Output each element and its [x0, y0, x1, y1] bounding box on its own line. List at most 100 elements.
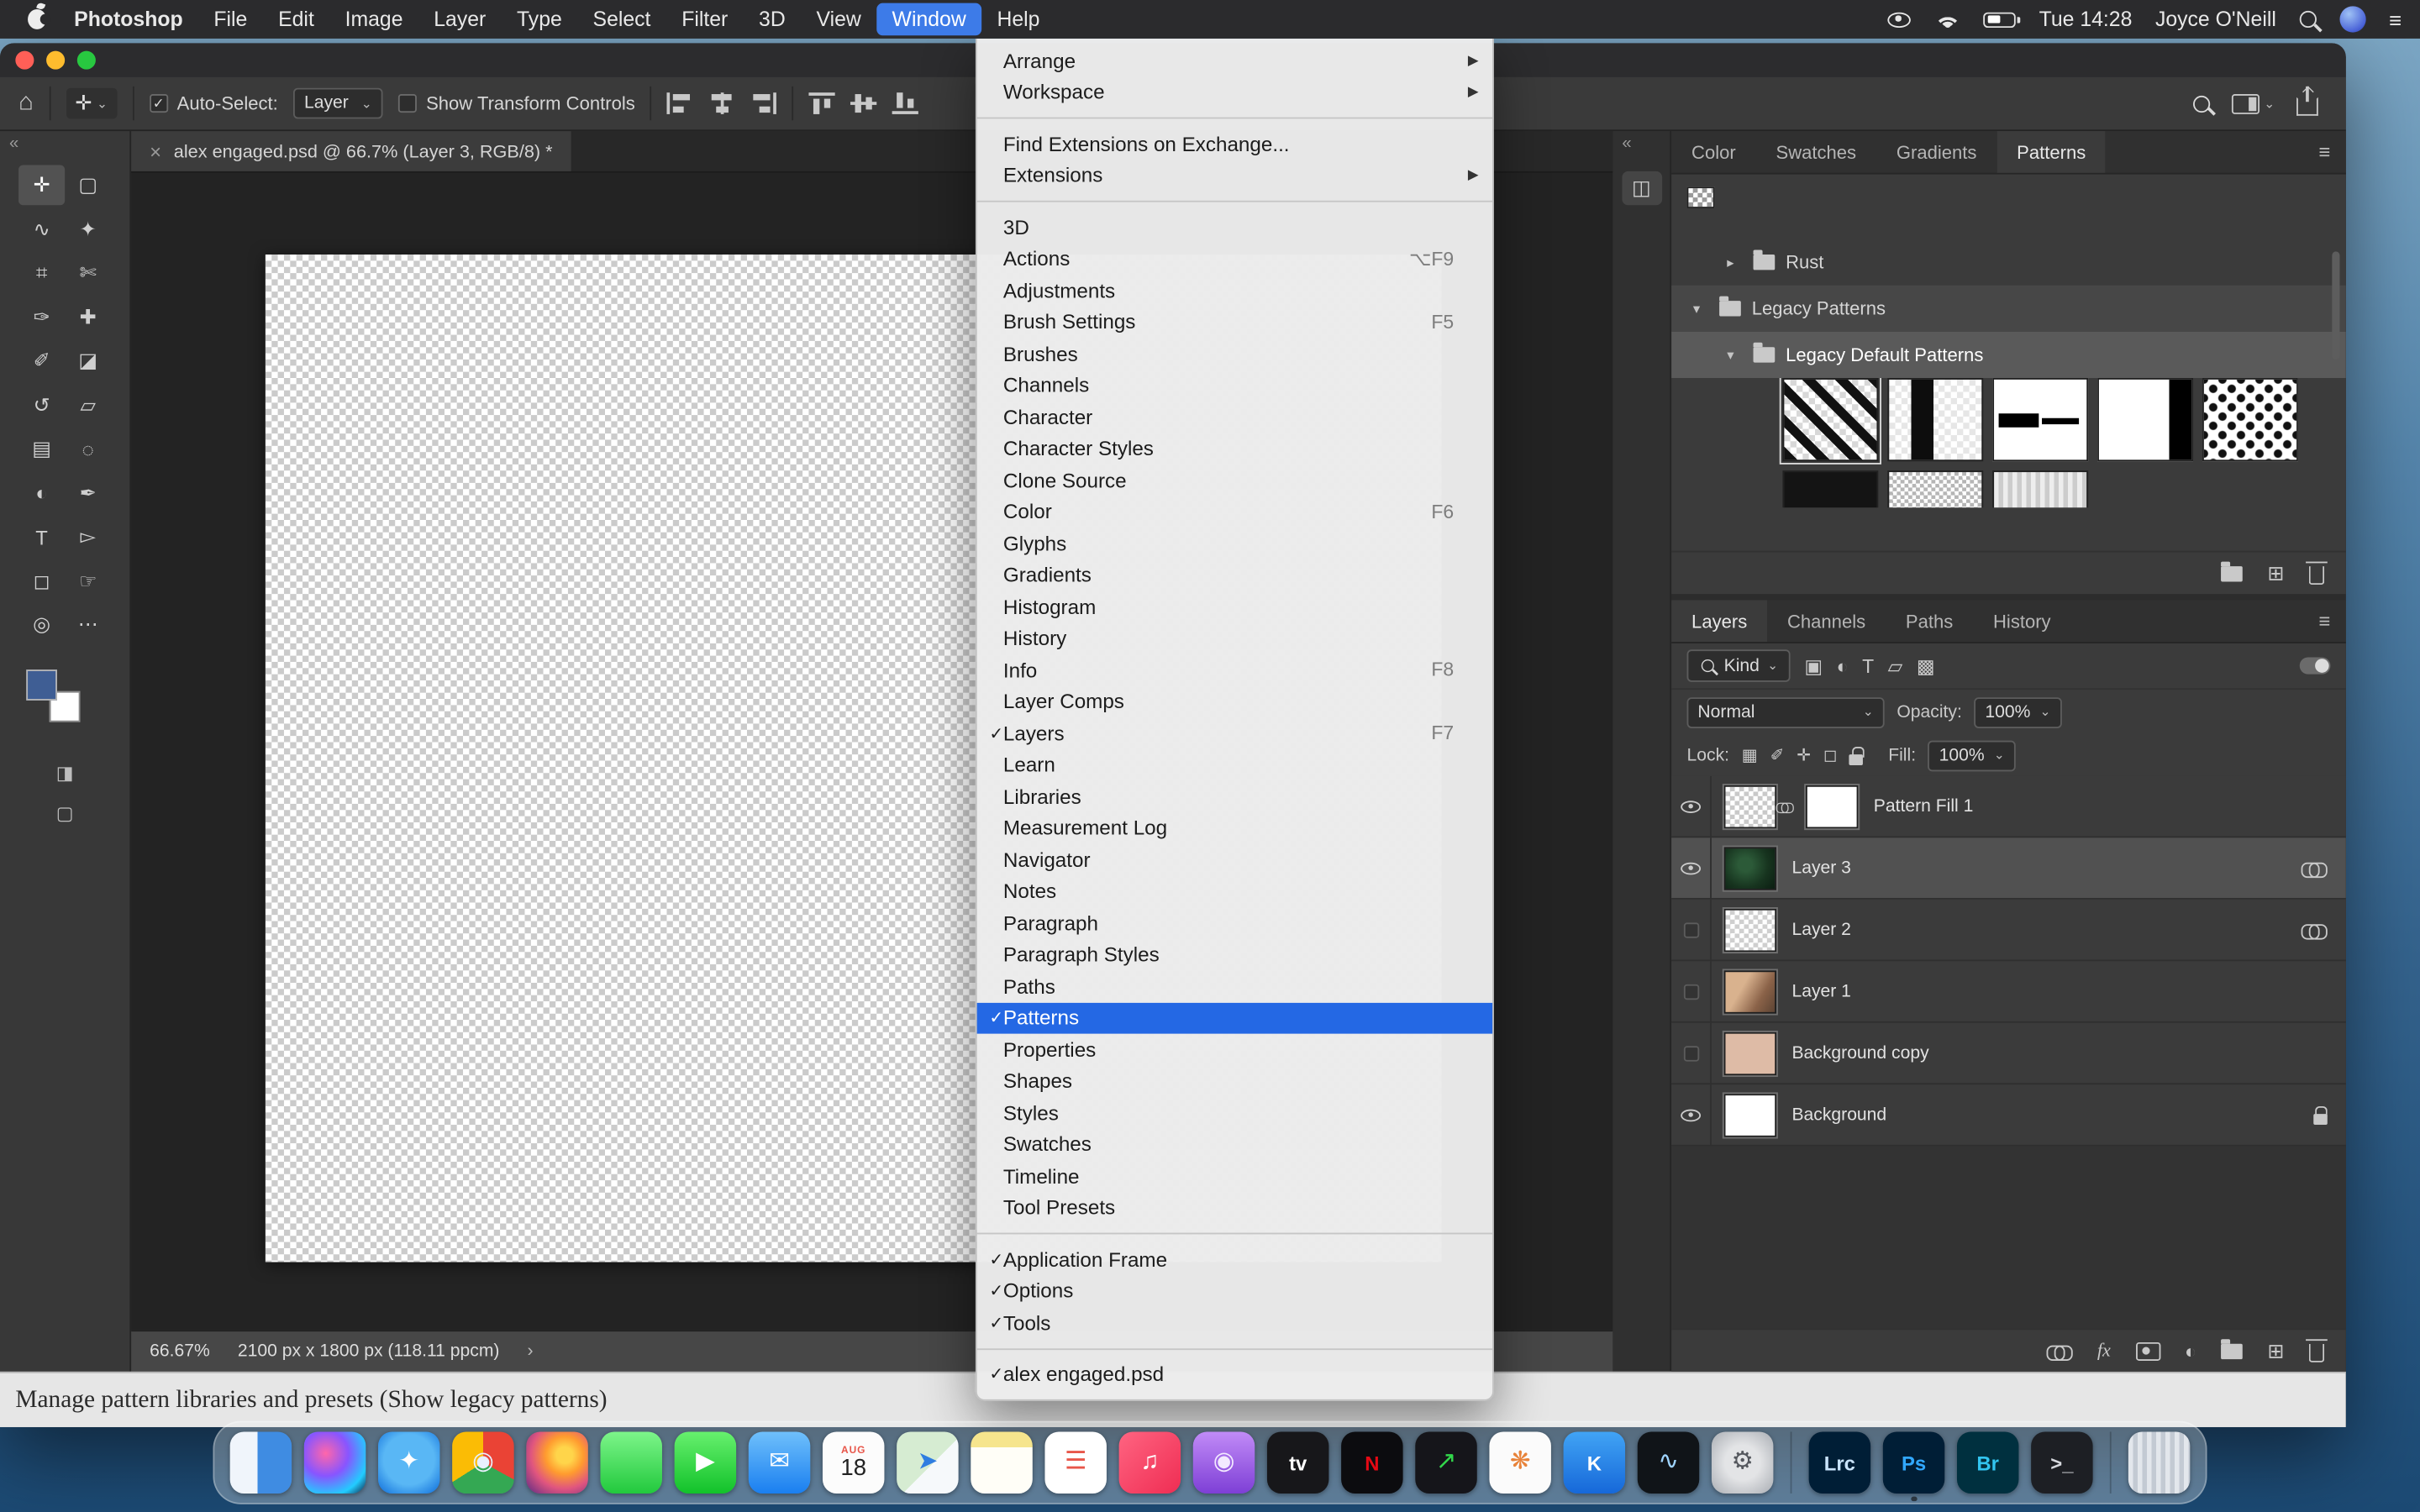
- checkbox-checked-icon[interactable]: ✓: [150, 94, 168, 113]
- shape-tool[interactable]: ◻: [18, 561, 65, 601]
- foreground-color-swatch[interactable]: [26, 669, 57, 701]
- filter-adjustment-icon[interactable]: ◐: [1837, 655, 1849, 677]
- layer-name[interactable]: Background: [1791, 1105, 1886, 1124]
- auto-select-mode-dropdown[interactable]: Layer⌄: [293, 88, 383, 119]
- layer-thumbnail[interactable]: [1724, 1093, 1776, 1136]
- path-selection-tool[interactable]: ▻: [65, 517, 111, 557]
- dock-siri[interactable]: [304, 1431, 366, 1493]
- layer-row-layer-2[interactable]: Layer 2: [1671, 900, 2346, 961]
- window-menu-item-info[interactable]: InfoF8: [977, 654, 1492, 686]
- window-menu-item-gradients[interactable]: Gradients: [977, 559, 1492, 591]
- clone-stamp-tool[interactable]: ◪: [65, 341, 111, 381]
- panel-menu-icon[interactable]: ≡: [2303, 131, 2346, 173]
- lock-pixels-icon[interactable]: ✐: [1770, 745, 1785, 765]
- new-pattern-icon[interactable]: ⊞: [2267, 561, 2284, 585]
- menubar-item-select[interactable]: Select: [577, 3, 666, 36]
- align-bottom-icon[interactable]: [892, 92, 918, 114]
- window-menu-item-tools[interactable]: ✓Tools: [977, 1307, 1492, 1339]
- layer-thumbnail[interactable]: [1724, 969, 1776, 1012]
- dock-trash[interactable]: [2128, 1431, 2190, 1493]
- type-tool[interactable]: T: [18, 517, 65, 557]
- pattern-swatch-light-weave[interactable]: [1992, 470, 2088, 507]
- lock-artboard-icon[interactable]: ◻: [1823, 745, 1838, 765]
- pattern-preview-icon[interactable]: [1687, 186, 1715, 208]
- dock-music[interactable]: ♫: [1119, 1431, 1181, 1493]
- pattern-swatch-fine-checker[interactable]: [1887, 470, 1983, 507]
- adjustment-layer-icon[interactable]: ◐: [2185, 1340, 2196, 1362]
- dock-lightroom[interactable]: Lrc: [1809, 1431, 1870, 1493]
- align-left-icon[interactable]: [667, 92, 693, 114]
- dock-podcasts[interactable]: ◉: [1193, 1431, 1255, 1493]
- layer-style-icon[interactable]: fx: [2097, 1339, 2111, 1362]
- dock-photos[interactable]: ❋: [1489, 1431, 1550, 1493]
- menubar-item-help[interactable]: Help: [981, 3, 1055, 36]
- window-menu-item-options[interactable]: ✓Options: [977, 1275, 1492, 1307]
- window-menu-item-glyphs[interactable]: Glyphs: [977, 528, 1492, 559]
- link-layers-icon[interactable]: [2046, 1345, 2072, 1357]
- layer-name[interactable]: Background copy: [1791, 1044, 1928, 1063]
- dock-stocks[interactable]: ↗: [1415, 1431, 1476, 1493]
- pattern-swatch-vertical-bar[interactable]: [1887, 378, 1983, 461]
- window-menu-item-libraries[interactable]: Libraries: [977, 780, 1492, 812]
- fill-dropdown[interactable]: 100%⌄: [1928, 740, 2016, 771]
- patterns-tab-swatches[interactable]: Swatches: [1756, 131, 1876, 173]
- delete-pattern-icon[interactable]: [2309, 566, 2324, 585]
- window-menu-item-swatches[interactable]: Swatches: [977, 1129, 1492, 1161]
- layers-tab-paths[interactable]: Paths: [1886, 600, 1973, 642]
- menubar-item-filter[interactable]: Filter: [666, 3, 744, 36]
- layer-thumbnail[interactable]: [1724, 908, 1776, 951]
- crop-tool[interactable]: ⌗: [18, 253, 65, 293]
- control-center-icon[interactable]: ≡: [2389, 7, 2402, 31]
- menubar-item-edit[interactable]: Edit: [263, 3, 329, 36]
- window-menu-item-learn[interactable]: Learn: [977, 749, 1492, 781]
- layer-name[interactable]: Layer 3: [1791, 858, 1850, 877]
- quick-selection-tool[interactable]: ✦: [65, 209, 111, 249]
- window-menu-item-paths[interactable]: Paths: [977, 970, 1492, 1002]
- layer-row-layer-3[interactable]: Layer 3: [1671, 837, 2346, 899]
- current-tool-indicator[interactable]: ✛ ⌄: [66, 88, 117, 119]
- zoom-tool[interactable]: ◎: [18, 605, 65, 645]
- dock-chrome[interactable]: ◉: [452, 1431, 513, 1493]
- workspace-layout-dropdown[interactable]: ⌄: [2232, 93, 2275, 113]
- auto-select-toggle[interactable]: ✓ Auto-Select:: [150, 92, 278, 114]
- close-window-button[interactable]: [15, 51, 34, 70]
- filter-type-icon[interactable]: T: [1862, 655, 1874, 677]
- healing-brush-tool[interactable]: ✚: [65, 297, 111, 338]
- menubar-item-view[interactable]: View: [801, 3, 876, 36]
- layer-mask-thumbnail[interactable]: [1806, 785, 1858, 827]
- quick-mask-icon[interactable]: ◨: [56, 762, 74, 784]
- mask-link-icon[interactable]: [1776, 802, 1794, 811]
- close-tab-icon[interactable]: ×: [150, 139, 161, 163]
- window-menu-item-shapes[interactable]: Shapes: [977, 1065, 1492, 1097]
- new-group-icon[interactable]: [2221, 1343, 2243, 1358]
- window-menu-item-color[interactable]: ColorF6: [977, 496, 1492, 528]
- window-menu-item-tool-presets[interactable]: Tool Presets: [977, 1192, 1492, 1224]
- pattern-group-legacy-default-patterns[interactable]: ▾Legacy Default Patterns: [1671, 332, 2346, 378]
- screen-mode-icon[interactable]: ▢: [56, 802, 74, 824]
- menubar-clock[interactable]: Tue 14:28: [2039, 8, 2133, 31]
- visibility-toggle[interactable]: [1671, 776, 1712, 837]
- dock-bridge[interactable]: Br: [1957, 1431, 2018, 1493]
- window-menu-item-channels[interactable]: Channels: [977, 370, 1492, 402]
- layer-name[interactable]: Pattern Fill 1: [1874, 797, 1974, 816]
- opacity-dropdown[interactable]: 100%⌄: [1975, 696, 2062, 727]
- window-menu-item-layer-comps[interactable]: Layer Comps: [977, 685, 1492, 717]
- show-transform-toggle[interactable]: Show Transform Controls: [398, 92, 635, 114]
- zoom-window-button[interactable]: [77, 51, 96, 70]
- dock-keynote[interactable]: K: [1564, 1431, 1625, 1493]
- window-menu-item-application-frame[interactable]: ✓Application Frame: [977, 1243, 1492, 1275]
- align-right-icon[interactable]: [751, 92, 777, 114]
- filter-toggle-switch[interactable]: [2300, 657, 2331, 674]
- window-menu-item-layers[interactable]: ✓LayersF7: [977, 717, 1492, 749]
- window-menu-item-3d[interactable]: 3D: [977, 212, 1492, 244]
- visibility-toggle[interactable]: [1671, 900, 1712, 960]
- brush-tool[interactable]: ✐: [18, 341, 65, 381]
- dock-reminders[interactable]: ☰: [1044, 1431, 1106, 1493]
- layer-name[interactable]: Layer 2: [1791, 921, 1850, 939]
- expand-panels-icon[interactable]: «: [1612, 131, 1631, 155]
- menubar-item-layer[interactable]: Layer: [418, 3, 502, 36]
- eraser-tool[interactable]: ▱: [65, 385, 111, 425]
- window-menu-item-properties[interactable]: Properties: [977, 1034, 1492, 1066]
- layer-name[interactable]: Layer 1: [1791, 982, 1850, 1000]
- dock-tv[interactable]: tv: [1267, 1431, 1328, 1493]
